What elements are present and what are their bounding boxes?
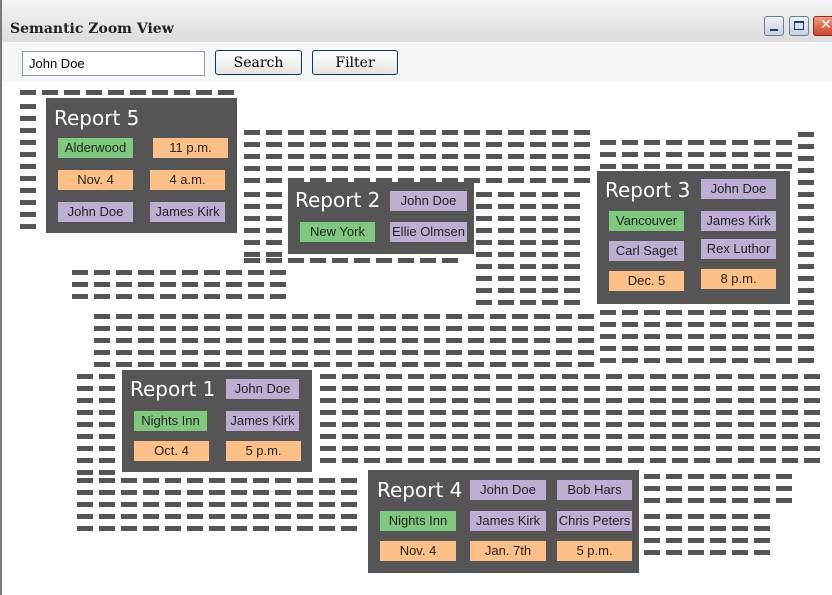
time-tag[interactable]: 5 p.m. — [557, 541, 632, 561]
date-tag[interactable]: Nov. 4 — [58, 170, 133, 190]
report-title: Report 3 — [605, 178, 691, 202]
maximize-button[interactable] — [789, 16, 809, 36]
report-title: Report 2 — [295, 188, 381, 212]
person-tag[interactable]: John Doe — [58, 202, 133, 222]
toolbar: Search Filter — [2, 42, 832, 82]
window-title: Semantic Zoom View — [10, 21, 174, 37]
person-tag[interactable]: John Doe — [470, 480, 546, 500]
semantic-zoom-canvas[interactable]: Report 5 Alderwood 11 p.m. Nov. 4 4 a.m.… — [2, 82, 832, 595]
search-input[interactable] — [22, 51, 205, 76]
location-tag[interactable]: Nights Inn — [134, 411, 207, 431]
time-tag[interactable]: 8 p.m. — [701, 269, 776, 289]
close-button[interactable]: ✕ — [813, 16, 832, 36]
report-title: Report 5 — [54, 106, 140, 130]
date-tag[interactable]: Jan. 7th — [470, 541, 546, 561]
location-tag[interactable]: New York — [300, 222, 375, 242]
report-title: Report 1 — [130, 377, 216, 401]
search-button[interactable]: Search — [215, 50, 302, 75]
title-bar[interactable]: Semantic Zoom View ✕ — [2, 0, 832, 43]
time-tag[interactable]: 11 p.m. — [153, 138, 228, 158]
location-tag[interactable]: Nights Inn — [380, 511, 456, 531]
person-tag[interactable]: John Doe — [226, 379, 299, 399]
person-tag[interactable]: Chris Peters — [557, 511, 632, 531]
report-card-5[interactable]: Report 5 Alderwood 11 p.m. Nov. 4 4 a.m.… — [46, 98, 237, 233]
report-card-3[interactable]: Report 3 John Doe Vancouver James Kirk C… — [597, 171, 790, 304]
person-tag[interactable]: James Kirk — [701, 211, 776, 231]
report-card-4[interactable]: Report 4 John Doe Bob Hars Nights Inn Ja… — [368, 470, 639, 573]
time-tag[interactable]: 5 p.m. — [226, 441, 301, 461]
date-tag[interactable]: Dec. 5 — [609, 271, 684, 291]
time-tag[interactable]: 4 a.m. — [150, 170, 225, 190]
app-window: Semantic Zoom View ✕ Search Filter Repor… — [0, 0, 832, 595]
minimize-button[interactable] — [764, 16, 784, 36]
person-tag[interactable]: James Kirk — [150, 202, 225, 222]
person-tag[interactable]: Bob Hars — [557, 480, 632, 500]
person-tag[interactable]: John Doe — [701, 179, 776, 199]
date-tag[interactable]: Nov. 4 — [380, 541, 456, 561]
filter-button[interactable]: Filter — [312, 50, 398, 75]
person-tag[interactable]: Rex Luthor — [701, 239, 776, 259]
report-card-2[interactable]: Report 2 John Doe New York Ellie Olmsen — [288, 182, 474, 254]
location-tag[interactable]: Alderwood — [58, 138, 133, 158]
report-card-1[interactable]: Report 1 John Doe Nights Inn James Kirk … — [122, 370, 312, 472]
report-title: Report 4 — [377, 478, 463, 502]
location-tag[interactable]: Vancouver — [609, 211, 684, 231]
person-tag[interactable]: John Doe — [390, 191, 467, 211]
person-tag[interactable]: Carl Saget — [609, 241, 684, 261]
person-tag[interactable]: James Kirk — [470, 511, 546, 531]
person-tag[interactable]: Ellie Olmsen — [390, 222, 467, 242]
date-tag[interactable]: Oct. 4 — [134, 441, 209, 461]
person-tag[interactable]: James Kirk — [226, 411, 299, 431]
